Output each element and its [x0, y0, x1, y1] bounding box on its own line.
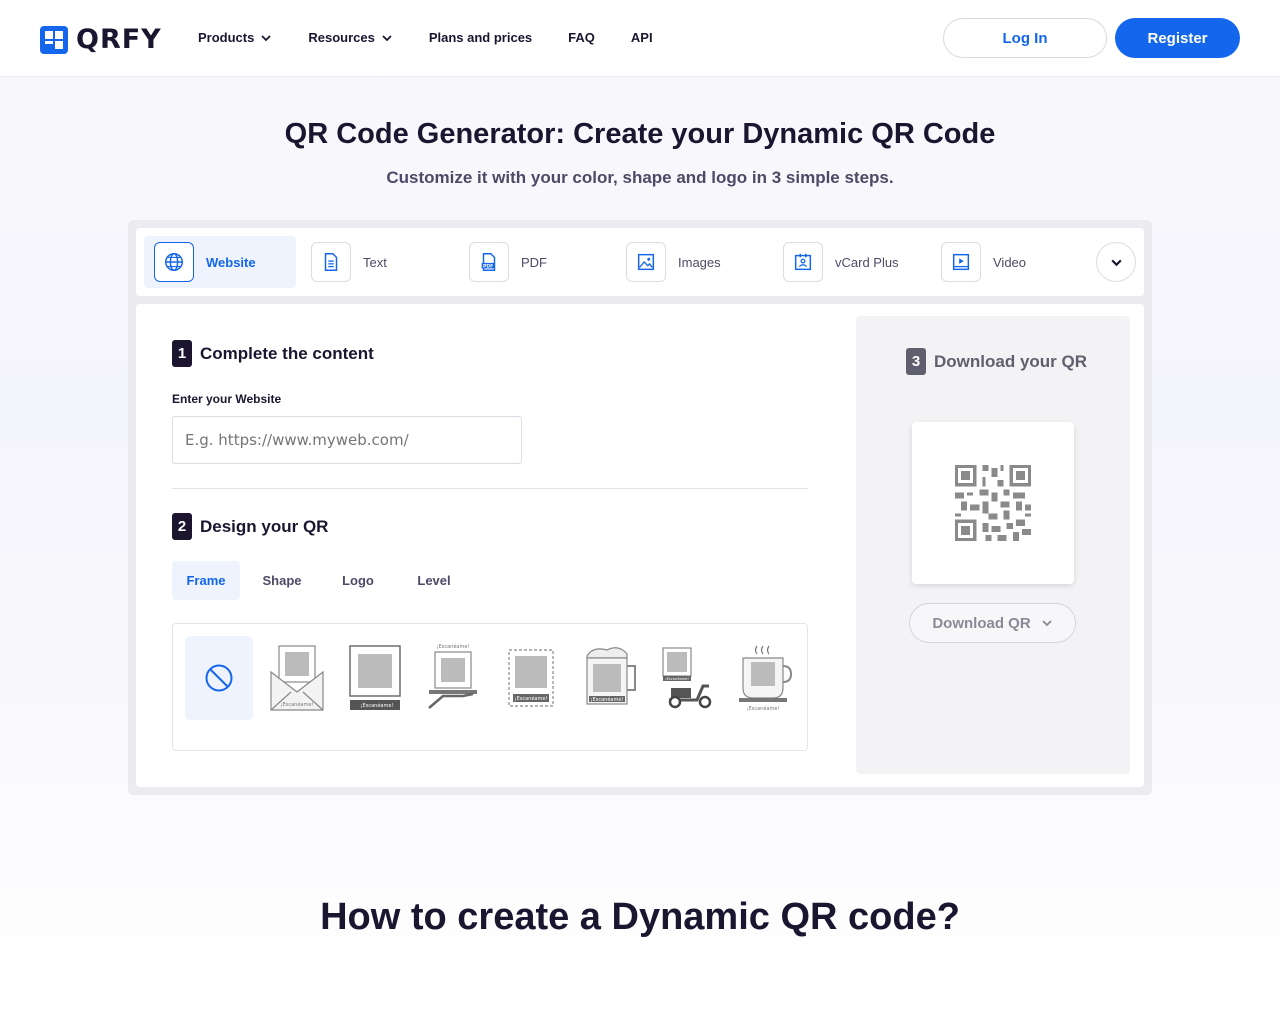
qr-type-tabs: Website Text PDF PDF Images vCard Plus V…	[136, 228, 1144, 296]
divider	[172, 488, 808, 489]
globe-icon	[154, 242, 194, 282]
frame-caption: ¡Escanéame!	[437, 643, 470, 650]
tab-label: Text	[363, 254, 387, 270]
coffee-cup-frame-icon: ¡Escanéame!	[739, 645, 793, 712]
main-nav: Products Resources Plans and prices FAQ …	[198, 30, 653, 45]
site-header: QRFY Products Resources Plans and prices…	[0, 0, 1280, 77]
step2-number: 2	[172, 513, 192, 540]
brand-name: QRFY	[76, 24, 162, 55]
tab-vcard[interactable]: vCard Plus	[773, 236, 899, 288]
nav-products-label: Products	[198, 30, 255, 45]
step3-title: Download your QR	[934, 351, 1087, 371]
tab-logo[interactable]: Logo	[320, 561, 396, 600]
nav-plans-label: Plans and prices	[428, 30, 533, 45]
tab-pdf[interactable]: PDF PDF	[459, 236, 547, 288]
tab-label: Website	[206, 254, 256, 270]
tab-label: PDF	[521, 254, 547, 270]
page-title: QR Code Generator: Create your Dynamic Q…	[284, 118, 996, 150]
step1-number: 1	[172, 340, 192, 367]
how-to-title: How to create a Dynamic QR code?	[320, 896, 960, 938]
image-icon	[626, 242, 666, 282]
tab-shape[interactable]: Shape	[244, 561, 320, 600]
generator-content: 1 Complete the content Enter your Websit…	[136, 304, 1144, 787]
nav-api[interactable]: API	[631, 30, 653, 45]
tab-frame[interactable]: Frame	[172, 561, 240, 600]
tab-text[interactable]: Text	[301, 236, 387, 288]
chevron-down-icon	[1110, 259, 1122, 266]
tab-level[interactable]: Level	[396, 561, 472, 600]
frame-hand[interactable]: ¡Escanéame!	[419, 636, 487, 720]
chevron-down-icon	[261, 34, 271, 41]
frame-scooter[interactable]: ¡Escanéame!	[653, 636, 721, 720]
more-types-button[interactable]	[1096, 242, 1136, 282]
frame-screen[interactable]: ¡Escanéame!	[341, 636, 409, 720]
download-button-label: Download QR	[932, 614, 1031, 632]
register-button[interactable]: Register	[1115, 18, 1240, 58]
tab-website[interactable]: Website	[144, 236, 296, 288]
website-field-label: Enter your Website	[172, 392, 282, 406]
frame-caption: ¡Escanéame!	[591, 696, 624, 703]
tab-images[interactable]: Images	[616, 236, 721, 288]
step1-title: Complete the content	[200, 343, 374, 363]
tab-label: Images	[678, 254, 721, 270]
scooter-frame-icon: ¡Escanéame!	[662, 647, 712, 709]
frame-caption: ¡Escanéame!	[665, 677, 689, 681]
envelope-frame-icon: ¡Escanéame!	[270, 645, 324, 711]
svg-text:PDF: PDF	[483, 264, 493, 270]
nav-plans[interactable]: Plans and prices	[429, 30, 532, 45]
step2-heading: 2 Design your QR	[172, 513, 328, 540]
nav-products[interactable]: Products	[198, 30, 272, 45]
document-icon	[311, 242, 351, 282]
video-icon	[941, 242, 981, 282]
screen-frame-icon: ¡Escanéame!	[349, 645, 401, 710]
website-input[interactable]	[172, 416, 522, 464]
tab-label: Video	[993, 254, 1027, 270]
login-button[interactable]: Log In	[943, 18, 1107, 58]
nav-faq-label: FAQ	[568, 30, 595, 45]
pdf-icon: PDF	[469, 242, 509, 282]
logo-mark-icon	[40, 25, 68, 54]
nav-api-label: API	[630, 30, 653, 45]
chevron-down-icon	[382, 34, 392, 41]
frame-options: ¡Escanéame! ¡Escanéame! ¡Escanéame! ¡Esc…	[172, 623, 808, 751]
beer-mug-frame-icon: ¡Escanéame!	[586, 647, 636, 705]
frame-beer[interactable]: ¡Escanéame!	[575, 636, 643, 720]
frame-none[interactable]	[185, 636, 253, 720]
generator-panel: Website Text PDF PDF Images vCard Plus V…	[128, 220, 1152, 795]
chevron-down-icon	[1042, 620, 1052, 627]
frame-envelope[interactable]: ¡Escanéame!	[263, 636, 331, 720]
stamp-frame-icon: ¡Escanéame!	[508, 649, 554, 707]
qr-code-icon	[955, 465, 1031, 541]
frame-stamp[interactable]: ¡Escanéame!	[497, 636, 565, 720]
frame-caption: ¡Escanéame!	[361, 702, 394, 709]
nav-faq[interactable]: FAQ	[568, 30, 595, 45]
hand-frame-icon: ¡Escanéame!	[428, 643, 477, 709]
step3-number: 3	[906, 348, 926, 375]
tab-video[interactable]: Video	[931, 236, 1026, 288]
frame-caption: ¡Escanéame!	[281, 701, 314, 708]
nav-resources-label: Resources	[308, 30, 375, 45]
no-frame-icon	[205, 664, 233, 692]
step1-heading: 1 Complete the content	[172, 340, 374, 367]
step3-heading: 3 Download your QR	[906, 348, 1087, 375]
download-panel: 3 Download your QR Download QR	[856, 316, 1130, 774]
tab-label: vCard Plus	[835, 254, 899, 270]
nav-resources[interactable]: Resources	[308, 30, 392, 45]
step2-title: Design your QR	[200, 516, 329, 536]
brand-logo[interactable]: QRFY	[40, 24, 162, 55]
page-subtitle: Customize it with your color, shape and …	[386, 168, 894, 187]
frame-caption: ¡Escanéame!	[515, 695, 548, 702]
download-qr-button[interactable]: Download QR	[909, 603, 1076, 643]
design-tabs: Frame Shape Logo Level	[172, 561, 472, 600]
frame-cup[interactable]: ¡Escanéame!	[731, 636, 799, 720]
frame-caption: ¡Escanéame!	[747, 705, 780, 712]
contact-card-icon	[783, 242, 823, 282]
qr-preview	[912, 422, 1074, 584]
